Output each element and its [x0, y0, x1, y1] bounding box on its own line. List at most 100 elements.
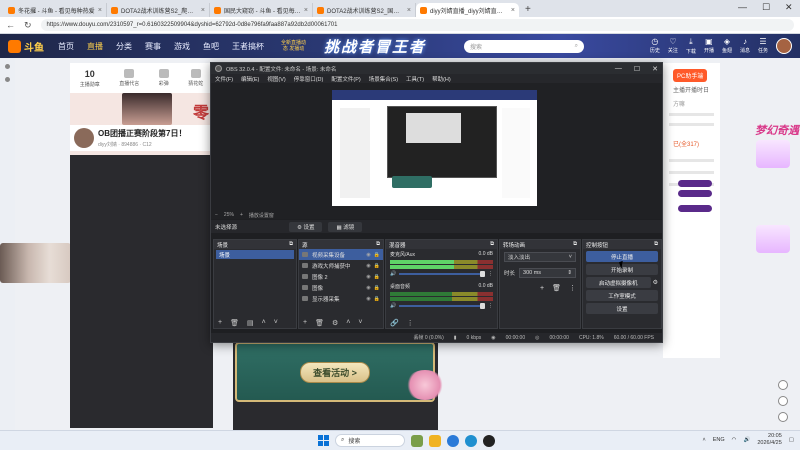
user-avatar[interactable] — [776, 38, 792, 54]
info-endorse[interactable]: 直播代言 — [119, 69, 139, 87]
obs-maximize-button[interactable]: ☐ — [634, 65, 640, 73]
slider-track[interactable] — [399, 303, 485, 309]
menu-docks[interactable]: 停靠窗口(D) — [294, 75, 324, 83]
spinner-icon[interactable]: ⇕ — [567, 270, 572, 276]
add-icon[interactable]: + — [540, 285, 544, 292]
search-icon[interactable]: ⌕ — [575, 43, 578, 50]
zoom-out-button[interactable]: − — [215, 212, 218, 218]
streamer-name[interactable]: diyy刘婧 — [98, 142, 117, 148]
close-tab-icon[interactable]: × — [511, 7, 515, 14]
chevron-up-icon[interactable]: ˄ — [262, 319, 266, 326]
gear-icon[interactable]: ⚙ — [653, 279, 658, 286]
fab-icon[interactable] — [778, 380, 788, 390]
sidebar-dot-icon[interactable] — [5, 64, 10, 69]
sidebar-dot-icon[interactable] — [5, 77, 10, 82]
scene-item[interactable]: 场景 — [216, 250, 294, 259]
volume-slider[interactable]: 🔊 ⋮ — [390, 271, 493, 277]
eye-icon[interactable]: ◉ — [366, 263, 370, 269]
header-start-live[interactable]: ▣ 开播 — [704, 37, 714, 55]
nav-games[interactable]: 游戏 — [174, 41, 190, 52]
chevron-down-icon[interactable]: ˅ — [274, 319, 278, 326]
eye-icon[interactable]: ◉ — [366, 274, 370, 280]
speaker-icon[interactable]: 🔊 — [390, 303, 396, 309]
promo-small[interactable]: 全新直播动态 发播动 — [281, 40, 306, 52]
menu-help[interactable]: 帮助(H) — [432, 75, 451, 83]
header-fin[interactable]: ◈ 鱼翅 — [722, 37, 732, 55]
add-icon[interactable]: + — [218, 319, 222, 326]
obs-preview[interactable] — [211, 83, 662, 211]
source-item[interactable]: 图像 2 ◉ 🔒 — [299, 271, 383, 282]
trash-icon[interactable]: 🗑 — [230, 319, 239, 327]
search-input[interactable]: 搜索 ⌕ — [464, 39, 585, 53]
tray-chevron-icon[interactable]: ˄ — [703, 437, 706, 443]
menu-file[interactable]: 文件(F) — [215, 75, 233, 83]
url-field[interactable]: https://www.douyu.com/2310597_r=0.616032… — [40, 19, 794, 31]
new-tab-button[interactable]: + — [525, 4, 531, 15]
source-filters-button[interactable]: ▦ 滤镜 — [328, 221, 363, 232]
trash-icon[interactable]: 🗑 — [552, 284, 561, 292]
settings-icon[interactable] — [778, 396, 788, 406]
transition-type-select[interactable]: 淡入淡出 ˅ — [504, 252, 576, 262]
minimize-window-button[interactable]: — — [738, 2, 747, 12]
lock-icon[interactable]: 🔒 — [374, 296, 380, 302]
lock-icon[interactable]: 🔒 — [374, 252, 380, 258]
obs-close-button[interactable]: ✕ — [652, 65, 658, 73]
back-arrow-icon[interactable]: ← — [6, 20, 15, 30]
video-player[interactable] — [70, 155, 213, 428]
nav-kog-cup[interactable]: 王者搞杯 — [232, 41, 264, 52]
info-medal[interactable]: 10 主播勋章 — [80, 69, 100, 88]
browser-tab[interactable]: DOTA2战术训练营S2_爬叶精彩活动× — [107, 3, 210, 17]
slider-track[interactable] — [399, 271, 485, 277]
speaker-icon[interactable]: 🔊 — [390, 271, 396, 277]
ad-chip[interactable] — [678, 205, 712, 212]
browser-tab-active[interactable]: diyy刘婧直播_diyy刘婧直播间 × — [416, 3, 519, 17]
header-banner[interactable]: 挑战者冒王者 — [324, 36, 426, 57]
menu-view[interactable]: 视图(V) — [267, 75, 285, 83]
lock-icon[interactable]: 🔒 — [374, 285, 380, 291]
slider-knob[interactable] — [480, 271, 485, 277]
nav-yuba[interactable]: 鱼吧 — [203, 41, 219, 52]
input-language[interactable]: ENG — [713, 437, 725, 443]
volume-icon[interactable]: 🔊 — [743, 437, 750, 443]
ad-chip[interactable] — [678, 190, 712, 197]
menu-profile[interactable]: 配置文件(P) — [331, 75, 360, 83]
kebab-menu-icon[interactable]: ⋮ — [488, 271, 493, 277]
kebab-menu-icon[interactable]: ⋮ — [569, 284, 576, 292]
volume-slider[interactable]: 🔊 ⋮ — [390, 303, 493, 309]
browser-tab[interactable]: 国民大窥窃 - 斗鱼 - 看见每种热爱× — [210, 3, 313, 17]
duration-input[interactable]: 300 ms ⇕ — [519, 268, 576, 278]
source-item[interactable]: 图像 ◉ 🔒 — [299, 282, 383, 293]
preview-settings[interactable]: 播放设置窗 — [249, 212, 274, 219]
zoom-in-button[interactable]: + — [240, 212, 243, 218]
floating-thumbnail[interactable] — [0, 243, 71, 283]
ad-card[interactable] — [756, 140, 790, 168]
taskbar-search[interactable]: ⌕ 搜索 — [335, 434, 405, 447]
kebab-menu-icon[interactable]: ⋮ — [488, 303, 493, 309]
add-icon[interactable]: + — [303, 319, 307, 326]
close-tab-icon[interactable]: × — [407, 7, 411, 14]
dock-float-icon[interactable]: ⧉ — [654, 241, 658, 248]
obs-taskbar-icon[interactable] — [483, 434, 495, 447]
obs-minimize-button[interactable]: — — [615, 65, 622, 73]
dock-float-icon[interactable]: ⧉ — [490, 241, 494, 248]
eye-icon[interactable]: ◉ — [366, 285, 370, 291]
dock-float-icon[interactable]: ⧉ — [289, 241, 293, 248]
menu-scene-collection[interactable]: 场景集合(S) — [369, 75, 398, 83]
header-messages[interactable]: ♪ 消息 — [740, 37, 750, 55]
start-virtual-camera-button[interactable]: 启动虚拟摄像机 — [586, 277, 651, 288]
close-window-button[interactable]: ✕ — [785, 2, 793, 13]
source-settings-button[interactable]: ⚙ 设置 — [289, 221, 323, 232]
gear-icon[interactable]: ⚙ — [332, 319, 338, 327]
notification-icon[interactable]: ▢ — [789, 437, 794, 443]
dock-float-icon[interactable]: ⧉ — [376, 241, 380, 248]
edge-browser-icon[interactable] — [447, 434, 459, 447]
filter-icon[interactable]: ▤ — [247, 319, 254, 327]
header-follow[interactable]: ♡ 关注 — [668, 37, 678, 55]
douyu-logo[interactable]: 斗鱼 — [8, 39, 44, 54]
source-item[interactable]: 游戏大师捕获中 ◉ 🔒 — [299, 260, 383, 271]
browser-tab[interactable]: DOTA2战术训练营S2_国民大窥窃× — [313, 3, 416, 17]
close-tab-icon[interactable]: × — [201, 7, 205, 14]
maximize-window-button[interactable]: ☐ — [762, 2, 770, 13]
pc-assistant-badge[interactable]: PC助手端 — [673, 69, 708, 82]
header-download[interactable]: ⤓ 下载 — [686, 37, 696, 55]
